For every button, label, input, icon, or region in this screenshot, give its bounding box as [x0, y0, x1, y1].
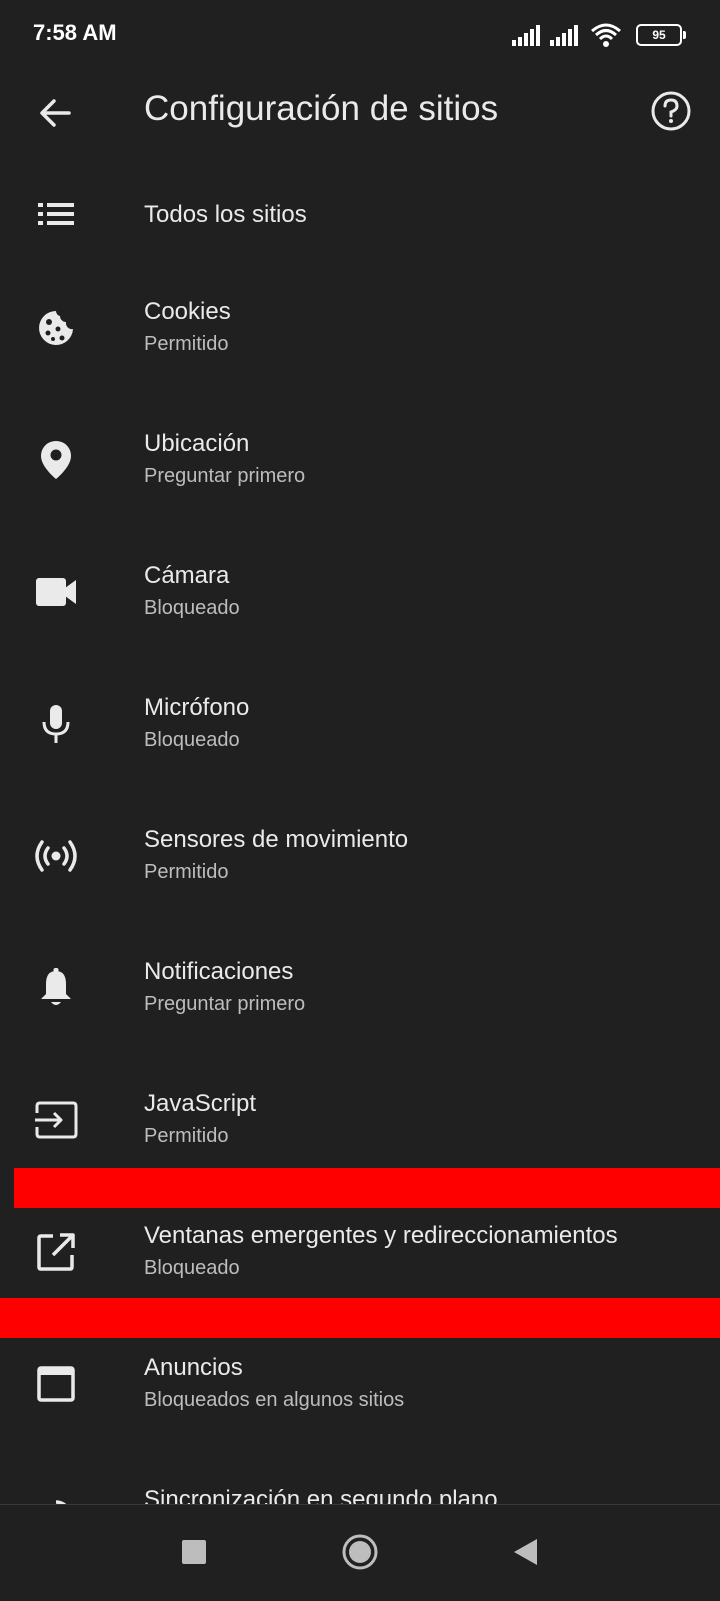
- item-status: Permitido: [144, 861, 229, 883]
- list-item-ads[interactable]: Anuncios Bloqueados en algunos sitios: [0, 1342, 720, 1474]
- item-label: Sensores de movimiento: [144, 826, 409, 853]
- square-icon: [182, 1540, 206, 1564]
- list-item-all-sites[interactable]: Todos los sitios: [0, 154, 720, 286]
- item-status: Bloqueado: [144, 729, 240, 751]
- list-item-location[interactable]: Ubicación Preguntar primero: [0, 418, 720, 550]
- status-icons: 95: [512, 22, 686, 48]
- bell-icon: [32, 964, 80, 1012]
- highlight-bar-top: [14, 1168, 720, 1208]
- location-pin-icon: [32, 436, 80, 484]
- help-icon: [651, 91, 691, 131]
- list-item-cookies[interactable]: Cookies Permitido: [0, 286, 720, 418]
- list-item-microphone[interactable]: Micrófono Bloqueado: [0, 682, 720, 814]
- item-label: Anuncios: [144, 1354, 243, 1381]
- item-label: Cookies: [144, 298, 231, 325]
- item-status: Bloqueados en algunos sitios: [144, 1389, 405, 1411]
- camera-icon: [32, 568, 80, 616]
- item-status: Bloqueado: [144, 1257, 240, 1279]
- cookie-icon: [32, 304, 80, 352]
- wifi-icon: [591, 23, 621, 47]
- battery-level: 95: [652, 28, 666, 42]
- arrow-back-icon: [40, 99, 71, 127]
- item-label: Sincronización en segundo plano: [144, 1486, 498, 1504]
- item-status: Bloqueado: [144, 597, 240, 619]
- microphone-icon: [32, 700, 80, 748]
- back-nav-button[interactable]: [500, 1527, 550, 1577]
- item-label: Ventanas emergentes y redireccionamiento…: [144, 1222, 618, 1249]
- recents-button[interactable]: [169, 1527, 219, 1577]
- item-label: Cámara: [144, 562, 230, 589]
- home-button[interactable]: [335, 1527, 385, 1577]
- motion-sensor-icon: [32, 832, 80, 880]
- item-label: JavaScript: [144, 1090, 257, 1117]
- item-label: Notificaciones: [144, 958, 294, 985]
- battery-icon: 95: [636, 24, 686, 46]
- signal-icon: [512, 25, 540, 46]
- help-button[interactable]: [646, 86, 696, 136]
- list-item-camera[interactable]: Cámara Bloqueado: [0, 550, 720, 682]
- item-status: Preguntar primero: [144, 465, 306, 487]
- item-label: Ubicación: [144, 430, 250, 457]
- sync-icon: [32, 1492, 80, 1504]
- list-icon: [32, 190, 80, 238]
- home-circle-icon: [342, 1534, 378, 1570]
- item-label: Micrófono: [144, 694, 250, 721]
- list-item-notifications[interactable]: Notificaciones Preguntar primero: [0, 946, 720, 1078]
- item-status: Permitido: [144, 1125, 229, 1147]
- list-item-motion-sensors[interactable]: Sensores de movimiento Permitido: [0, 814, 720, 946]
- app-bar: Configuración de sitios: [0, 70, 720, 154]
- item-label: Todos los sitios: [144, 201, 307, 228]
- ads-icon: [32, 1360, 80, 1408]
- status-bar: 7:58 AM 95: [0, 0, 720, 70]
- item-status: Permitido: [144, 333, 229, 355]
- item-status: Preguntar primero: [144, 993, 306, 1015]
- popup-icon: [32, 1228, 80, 1276]
- back-button[interactable]: [30, 88, 80, 138]
- javascript-icon: [32, 1096, 80, 1144]
- signal-icon: [550, 25, 578, 46]
- page-title: Configuración de sitios: [144, 89, 499, 128]
- triangle-back-icon: [514, 1539, 537, 1565]
- list-item-background-sync[interactable]: Sincronización en segundo plano: [0, 1474, 720, 1504]
- highlight-bar-bottom: [0, 1298, 720, 1338]
- status-time: 7:58 AM: [33, 20, 117, 45]
- system-navigation-bar: [0, 1504, 720, 1601]
